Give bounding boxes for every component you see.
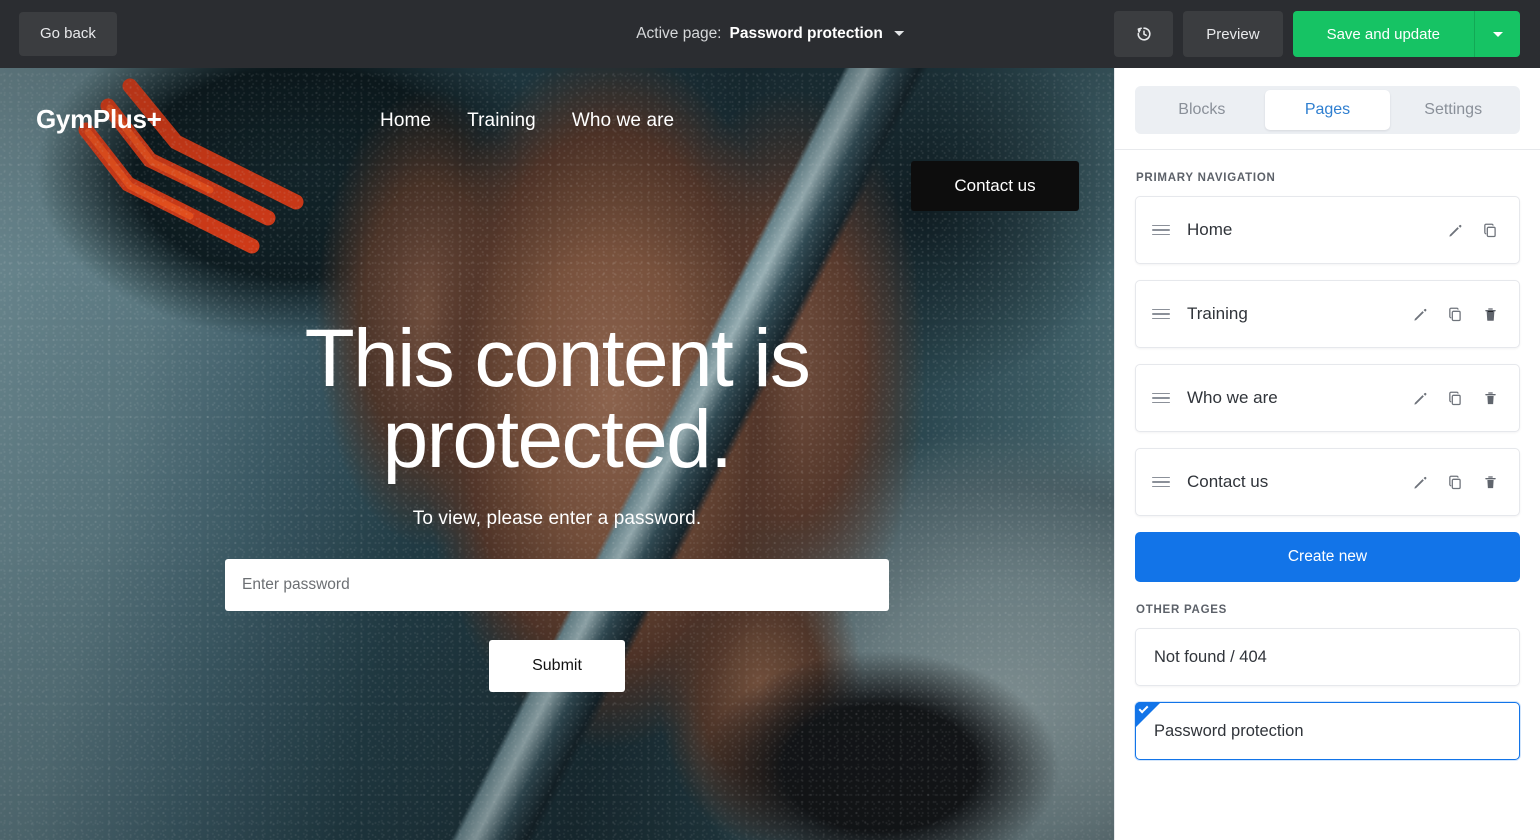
page-row-actions xyxy=(1447,222,1499,239)
drag-handle-icon[interactable] xyxy=(1152,473,1170,491)
create-new-page-button[interactable]: Create new xyxy=(1135,532,1520,582)
active-page-selector[interactable]: Active page: Password protection xyxy=(636,25,904,43)
other-page-label: Not found / 404 xyxy=(1154,647,1267,666)
copy-duplicate-icon[interactable] xyxy=(1447,306,1464,323)
drag-handle-icon[interactable] xyxy=(1152,305,1170,323)
editor-sidebar: Blocks Pages Settings PRIMARY NAVIGATION… xyxy=(1114,68,1540,840)
history-button[interactable] xyxy=(1114,11,1174,57)
trash-delete-icon[interactable] xyxy=(1482,306,1499,323)
page-row-actions xyxy=(1412,474,1499,491)
chevron-down-icon xyxy=(1492,31,1503,37)
hero-title: This content is protected. xyxy=(304,313,811,486)
tab-settings[interactable]: Settings xyxy=(1390,90,1516,130)
hero-section: This content is protected. To view, plea… xyxy=(0,313,1114,693)
site-nav-link-training[interactable]: Training xyxy=(467,110,536,132)
check-icon xyxy=(1135,702,1161,728)
copy-duplicate-icon[interactable] xyxy=(1482,222,1499,239)
site-primary-nav: Home Training Who we are xyxy=(380,110,674,132)
save-options-dropdown-button[interactable] xyxy=(1474,11,1520,57)
sidebar-content: PRIMARY NAVIGATION Home Training Who we … xyxy=(1115,172,1540,760)
sidebar-tabs-shell: Blocks Pages Settings xyxy=(1115,68,1540,149)
chevron-down-icon[interactable] xyxy=(893,31,904,36)
drag-handle-icon[interactable] xyxy=(1152,221,1170,239)
go-back-button[interactable]: Go back xyxy=(19,12,117,56)
page-row-actions xyxy=(1412,390,1499,407)
page-row-label: Home xyxy=(1187,220,1233,239)
trash-delete-icon[interactable] xyxy=(1482,390,1499,407)
save-and-update-button[interactable]: Save and update xyxy=(1292,11,1474,57)
site-preview-canvas[interactable]: GymPlus+ Home Training Who we are Contac… xyxy=(0,68,1114,840)
submit-button[interactable]: Submit xyxy=(489,640,625,693)
site-nav-link-home[interactable]: Home xyxy=(380,110,431,132)
password-input[interactable] xyxy=(225,559,889,612)
page-row-home[interactable]: Home xyxy=(1135,196,1520,264)
page-row-label: Contact us xyxy=(1187,472,1269,491)
page-row-label: Who we are xyxy=(1187,388,1278,407)
hero-subtitle: To view, please enter a password. xyxy=(412,508,702,530)
active-page-label: Active page: xyxy=(636,25,722,42)
sidebar-divider xyxy=(1115,149,1540,150)
page-row-training[interactable]: Training xyxy=(1135,280,1520,348)
save-and-update-group: Save and update xyxy=(1292,11,1520,57)
top-bar-actions: Preview Save and update xyxy=(1114,11,1520,57)
site-logo[interactable]: GymPlus+ xyxy=(36,104,162,135)
tab-blocks[interactable]: Blocks xyxy=(1139,90,1265,130)
copy-duplicate-icon[interactable] xyxy=(1447,474,1464,491)
drag-handle-icon[interactable] xyxy=(1152,389,1170,407)
site-nav-link-who-we-are[interactable]: Who we are xyxy=(572,110,674,132)
copy-duplicate-icon[interactable] xyxy=(1447,390,1464,407)
tab-pages[interactable]: Pages xyxy=(1264,90,1391,130)
active-page-value[interactable]: Password protection xyxy=(730,25,883,43)
preview-button[interactable]: Preview xyxy=(1183,11,1283,57)
page-row-who-we-are[interactable]: Who we are xyxy=(1135,364,1520,432)
trash-delete-icon[interactable] xyxy=(1482,474,1499,491)
primary-navigation-heading: PRIMARY NAVIGATION xyxy=(1136,172,1276,184)
other-page-row-password-protection[interactable]: Password protection xyxy=(1135,702,1520,760)
other-page-label: Password protection xyxy=(1154,721,1304,740)
pencil-edit-icon[interactable] xyxy=(1412,306,1429,323)
page-row-label: Training xyxy=(1187,304,1248,323)
sidebar-tabs: Blocks Pages Settings xyxy=(1135,86,1520,134)
site-header: GymPlus+ Home Training Who we are Contac… xyxy=(0,68,1114,211)
pencil-edit-icon[interactable] xyxy=(1447,222,1464,239)
history-clock-icon xyxy=(1137,27,1151,41)
page-row-contact-us[interactable]: Contact us xyxy=(1135,448,1520,516)
other-page-row-not-found[interactable]: Not found / 404 xyxy=(1135,628,1520,686)
pencil-edit-icon[interactable] xyxy=(1412,390,1429,407)
page-row-actions xyxy=(1412,306,1499,323)
editor-top-bar: Go back Active page: Password protection… xyxy=(0,0,1540,68)
site-contact-us-button[interactable]: Contact us xyxy=(911,161,1079,211)
pencil-edit-icon[interactable] xyxy=(1412,474,1429,491)
other-pages-heading: OTHER PAGES xyxy=(1136,604,1228,616)
